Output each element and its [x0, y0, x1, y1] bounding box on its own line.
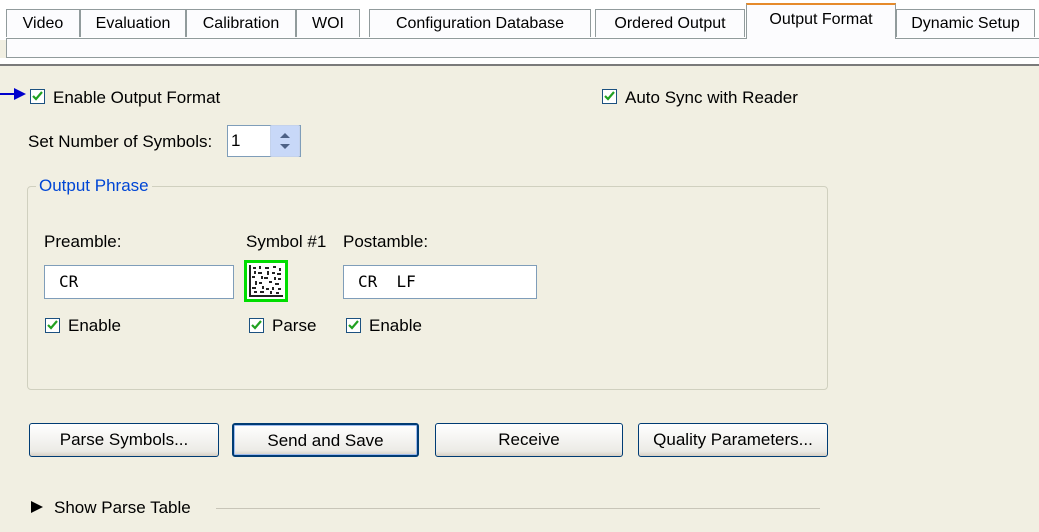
tab-dynamic-setup[interactable]: Dynamic Setup [896, 9, 1035, 37]
enable-output-format-checkbox[interactable] [30, 89, 45, 104]
preamble-input[interactable]: CR [44, 265, 234, 299]
auto-sync-label: Auto Sync with Reader [625, 88, 798, 107]
postamble-label: Postamble: [343, 232, 429, 251]
symbol-parse-checkbox[interactable] [249, 318, 264, 333]
checkmark-icon [47, 320, 58, 330]
symbol-1-thumbnail[interactable] [244, 260, 288, 302]
checkmark-icon [604, 91, 615, 101]
preamble-label: Preamble: [44, 232, 122, 251]
send-and-save-button[interactable]: Send and Save [232, 423, 419, 457]
receive-button[interactable]: Receive [435, 423, 623, 457]
show-parse-table-label[interactable]: Show Parse Table [54, 498, 191, 518]
tab-evaluation[interactable]: Evaluation [80, 9, 186, 37]
checkmark-icon [348, 320, 359, 330]
datamatrix-icon [247, 263, 285, 299]
preamble-enable-label: Enable [68, 316, 121, 335]
callout-arrow-head-icon [14, 88, 26, 100]
output-phrase-title: Output Phrase [36, 176, 152, 196]
symbol-parse-label: Parse [272, 316, 317, 335]
expand-triangle-icon[interactable] [30, 500, 44, 514]
checkmark-icon [32, 91, 43, 101]
tab-video[interactable]: Video [6, 9, 80, 37]
tab-calibration[interactable]: Calibration [186, 9, 296, 37]
tab-configuration-database[interactable]: Configuration Database [369, 9, 591, 37]
auto-sync-checkbox[interactable] [602, 89, 617, 104]
tab-strip [6, 38, 1039, 58]
num-symbols-label: Set Number of Symbols: [28, 132, 213, 151]
tab-ordered-output[interactable]: Ordered Output [595, 9, 745, 37]
tab-woi[interactable]: WOI [296, 9, 360, 37]
parse-symbols-button[interactable]: Parse Symbols... [29, 423, 219, 457]
postamble-input[interactable]: CR LF [343, 265, 537, 299]
output-format-panel: Video Evaluation Calibration WOI Configu… [0, 0, 1039, 532]
num-symbols-spinner[interactable] [270, 125, 300, 157]
tab-output-format[interactable]: Output Format [746, 3, 896, 39]
quality-parameters-button[interactable]: Quality Parameters... [638, 423, 828, 457]
enable-output-format-label: Enable Output Format [53, 88, 221, 107]
postamble-enable-checkbox[interactable] [346, 318, 361, 333]
spin-arrows-icon [280, 133, 290, 149]
postamble-enable-label: Enable [369, 316, 422, 335]
preamble-enable-checkbox[interactable] [45, 318, 60, 333]
parse-table-separator [216, 508, 820, 509]
tab-bar: Video Evaluation Calibration WOI Configu… [0, 0, 1039, 40]
symbol-label: Symbol #1 [246, 232, 327, 251]
checkmark-icon [251, 320, 262, 330]
